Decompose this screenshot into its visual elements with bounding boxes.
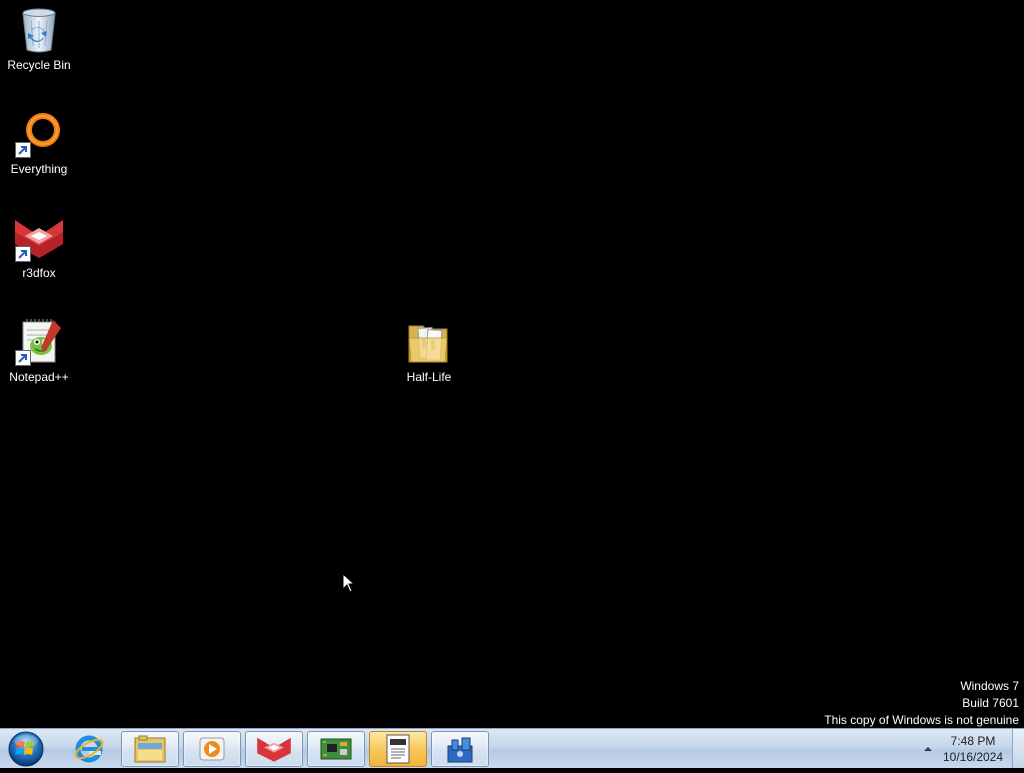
everything-search-icon	[15, 110, 63, 158]
taskbar-button-r3dfox[interactable]	[245, 731, 303, 767]
circuit-board-icon	[320, 738, 352, 760]
taskbar-button-system-board[interactable]	[307, 731, 365, 767]
network-computer-icon	[447, 737, 473, 763]
taskbar-button-windows-explorer[interactable]	[121, 731, 179, 767]
shortcut-arrow-icon	[15, 246, 31, 262]
media-player-icon	[199, 737, 225, 761]
taskbar-button-internet-explorer[interactable]	[60, 731, 118, 767]
desktop-icon-everything[interactable]: Everything	[0, 110, 78, 176]
notepad-plus-plus-icon	[15, 318, 63, 366]
desktop-icon-half-life-folder[interactable]: Half-Life	[390, 318, 468, 384]
desktop-icon-label: Recycle Bin	[7, 58, 71, 72]
r3dfox-browser-icon	[15, 214, 63, 262]
desktop-icon-recycle-bin[interactable]: Recycle Bin	[0, 6, 78, 72]
shortcut-arrow-icon	[15, 142, 31, 158]
windows-start-orb-icon	[8, 731, 44, 767]
watermark-os-name: Windows 7	[960, 679, 1019, 693]
r3dfox-browser-icon	[257, 737, 291, 762]
watermark-build: Build 7601	[962, 696, 1019, 710]
taskbar: 7:48 PM 10/16/2024	[0, 728, 1024, 768]
internet-explorer-icon	[74, 735, 104, 763]
folder-icon	[405, 318, 453, 366]
mouse-cursor-icon	[342, 573, 356, 593]
desktop-icon-r3dfox[interactable]: r3dfox	[0, 214, 78, 280]
clock-date: 10/16/2024	[942, 750, 1004, 764]
notepad-document-icon	[386, 734, 410, 764]
desktop-icon-label: Notepad++	[9, 370, 69, 384]
desktop-icon-notepad-plus-plus[interactable]: Notepad++	[0, 318, 78, 384]
show-hidden-icons-chevron-up-icon[interactable]	[922, 743, 934, 755]
recycle-bin-icon	[15, 6, 63, 54]
watermark-genuine-notice: This copy of Windows is not genuine	[824, 713, 1019, 727]
windows-not-genuine-watermark: Windows 7 Build 7601 This copy of Window…	[824, 678, 1019, 729]
clock-time: 7:48 PM	[950, 734, 996, 748]
folder-library-icon	[134, 735, 166, 763]
show-desktop-button[interactable]	[1012, 729, 1024, 768]
desktop-icon-label: r3dfox	[22, 266, 56, 280]
system-clock[interactable]: 7:48 PM 10/16/2024	[940, 733, 1006, 765]
desktop-icon-label: Everything	[10, 162, 68, 176]
start-button[interactable]	[6, 730, 46, 768]
taskbar-button-remote-app[interactable]	[431, 731, 489, 767]
desktop[interactable]: Recycle Bin Everything r3dfox Notepad++ …	[0, 0, 1024, 728]
taskbar-button-notepad-document[interactable]	[369, 731, 427, 767]
desktop-icon-label: Half-Life	[406, 370, 452, 384]
shortcut-arrow-icon	[15, 350, 31, 366]
taskbar-button-windows-media-player[interactable]	[183, 731, 241, 767]
